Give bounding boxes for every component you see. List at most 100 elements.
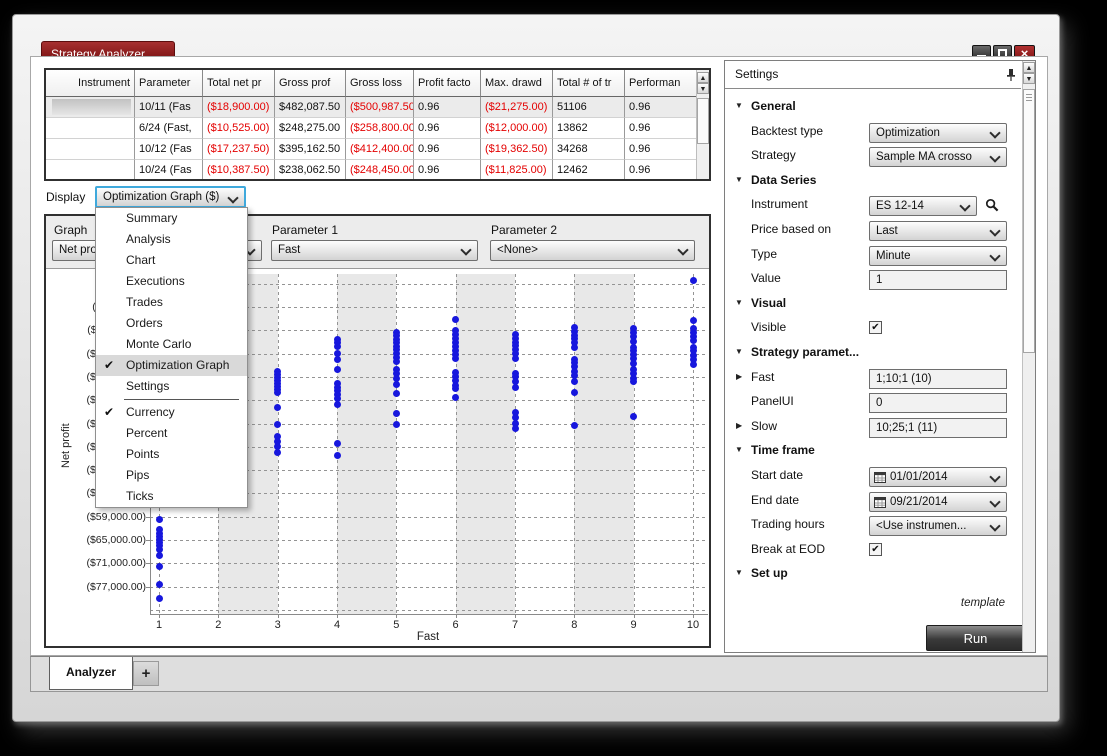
table-cell: 0.96 <box>625 97 699 118</box>
x-axis-line <box>150 614 708 615</box>
menu-item-pips[interactable]: Pips <box>96 465 247 486</box>
add-tab-button[interactable]: + <box>133 661 159 686</box>
value-input[interactable]: 1 <box>869 270 1007 290</box>
panelui-input[interactable]: 0 <box>869 393 1007 413</box>
settings-row-strategy: StrategySample MA crosso <box>725 146 1021 170</box>
menu-item-executions[interactable]: Executions <box>96 271 247 292</box>
scroll-up-icon[interactable]: ▲ <box>697 72 709 83</box>
chart-point <box>512 384 519 391</box>
settings-row-value: Value1 <box>725 269 1021 293</box>
menu-item-analysis[interactable]: Analysis <box>96 229 247 250</box>
type-dropdown[interactable]: Minute <box>869 246 1007 266</box>
settings-row-strategy-paramet[interactable]: ▼Strategy paramet... <box>725 343 1021 367</box>
chart-point <box>393 381 400 388</box>
menu-item-chart[interactable]: Chart <box>96 250 247 271</box>
chart-point <box>630 378 637 385</box>
chart-point <box>393 421 400 428</box>
column-header[interactable]: Gross loss <box>346 70 414 97</box>
scroll-down-icon[interactable]: ▼ <box>697 83 709 94</box>
template-link[interactable]: template <box>961 597 1005 609</box>
column-header[interactable]: Gross prof <box>275 70 346 97</box>
search-icon[interactable] <box>985 198 999 217</box>
menu-item-trades[interactable]: Trades <box>96 292 247 313</box>
settings-row-trading-hours: Trading hours<Use instrumen... <box>725 515 1021 539</box>
settings-row-set-up[interactable]: ▼Set up <box>725 564 1021 588</box>
y-tick-mark <box>146 517 150 518</box>
parameter1-dropdown[interactable]: Fast <box>271 240 478 261</box>
expand-triangle-icon[interactable]: ▶ <box>736 372 742 381</box>
x-tick-label: 6 <box>441 619 471 631</box>
menu-item-summary[interactable]: Summary <box>96 208 247 229</box>
table-row[interactable]: 10/12 (Fas($17,237.50)$395,162.50($412,4… <box>46 139 699 160</box>
expand-triangle-icon[interactable]: ▶ <box>736 421 742 430</box>
start-date-dropdown[interactable]: 01/01/2014 <box>869 467 1007 487</box>
column-header[interactable]: Total # of tr <box>553 70 625 97</box>
column-header[interactable]: Performan <box>625 70 699 97</box>
menu-item-currency[interactable]: ✔Currency <box>96 402 247 423</box>
scroll-up-icon[interactable]: ▲ <box>1023 62 1035 73</box>
tab-analyzer[interactable]: Analyzer <box>49 657 133 690</box>
settings-row-visual[interactable]: ▼Visual <box>725 294 1021 318</box>
collapse-triangle-icon[interactable]: ▼ <box>735 347 743 356</box>
fast-input[interactable]: 1;10;1 (10) <box>869 369 1007 389</box>
menu-item-orders[interactable]: Orders <box>96 313 247 334</box>
end-date-dropdown[interactable]: 09/21/2014 <box>869 492 1007 512</box>
column-header[interactable]: Parameter <box>135 70 203 97</box>
settings-row-time-frame[interactable]: ▼Time frame <box>725 441 1021 465</box>
table-cell <box>46 97 135 118</box>
strategy-dropdown[interactable]: Sample MA crosso <box>869 147 1007 167</box>
trading-hours-dropdown[interactable]: <Use instrumen... <box>869 516 1007 536</box>
settings-row-data-series[interactable]: ▼Data Series <box>725 171 1021 195</box>
table-cell <box>46 139 135 160</box>
menu-item-monte-carlo[interactable]: Monte Carlo <box>96 334 247 355</box>
menu-item-optimization-graph[interactable]: ✔Optimization Graph <box>96 355 247 376</box>
break-at-eod-checkbox[interactable]: ✔ <box>869 543 882 556</box>
collapse-triangle-icon[interactable]: ▼ <box>735 568 743 577</box>
settings-label: Fast <box>751 370 774 384</box>
collapse-triangle-icon[interactable]: ▼ <box>735 175 743 184</box>
settings-row-type: TypeMinute <box>725 245 1021 269</box>
column-header[interactable]: Max. drawd <box>481 70 553 97</box>
table-row[interactable]: 10/24 (Fas($10,387.50)$238,062.50($248,4… <box>46 160 699 181</box>
menu-item-ticks[interactable]: Ticks <box>96 486 247 507</box>
backtest-type-dropdown[interactable]: Optimization <box>869 123 1007 143</box>
menu-item-settings[interactable]: Settings <box>96 376 247 397</box>
chart-gridline-h <box>150 563 707 564</box>
table-row[interactable]: 10/11 (Fas($18,900.00)$482,087.50($500,9… <box>46 97 699 118</box>
settings-row-general[interactable]: ▼General <box>725 97 1021 121</box>
collapse-triangle-icon[interactable]: ▼ <box>735 101 743 110</box>
visible-checkbox[interactable]: ✔ <box>869 321 882 334</box>
column-header[interactable]: Total net pr <box>203 70 275 97</box>
chart-point <box>334 366 341 373</box>
dropdown-value: Last <box>876 222 988 241</box>
menu-item-percent[interactable]: Percent <box>96 423 247 444</box>
x-tick-mark <box>456 614 457 618</box>
settings-scroll-thumb[interactable] <box>1023 89 1035 353</box>
x-tick-mark <box>693 614 694 618</box>
table-cell: ($412,400.00) <box>346 139 414 160</box>
settings-header-divider <box>725 88 1021 89</box>
column-header[interactable]: Instrument <box>46 70 135 97</box>
table-row[interactable]: 6/24 (Fast,($10,525.00)$248,275.00($258,… <box>46 118 699 139</box>
menu-item-label: Orders <box>126 313 243 334</box>
table-cell: ($258,800.00) <box>346 118 414 139</box>
table-scrollbar[interactable]: ▲ ▼ <box>696 70 709 179</box>
chart-point <box>334 440 341 447</box>
scroll-down-icon[interactable]: ▼ <box>1023 73 1035 84</box>
settings-scrollbar[interactable]: ▲ ▼ <box>1022 61 1035 652</box>
y-tick-label: ($71,000.00) <box>48 556 146 570</box>
menu-item-points[interactable]: Points <box>96 444 247 465</box>
column-header[interactable]: Profit facto <box>414 70 481 97</box>
display-dropdown[interactable]: Optimization Graph ($) <box>95 186 246 208</box>
collapse-triangle-icon[interactable]: ▼ <box>735 298 743 307</box>
run-button[interactable]: Run <box>926 625 1025 651</box>
chevron-down-icon <box>989 496 1000 507</box>
table-scroll-thumb[interactable] <box>697 98 709 144</box>
collapse-triangle-icon[interactable]: ▼ <box>735 445 743 454</box>
slow-input[interactable]: 10;25;1 (11) <box>869 418 1007 438</box>
parameter2-dropdown[interactable]: <None> <box>490 240 695 261</box>
price-based-on-dropdown[interactable]: Last <box>869 221 1007 241</box>
menu-item-label: Settings <box>126 376 243 397</box>
instrument-dropdown[interactable]: ES 12-14 <box>869 196 977 216</box>
pin-icon[interactable] <box>1006 68 1016 87</box>
